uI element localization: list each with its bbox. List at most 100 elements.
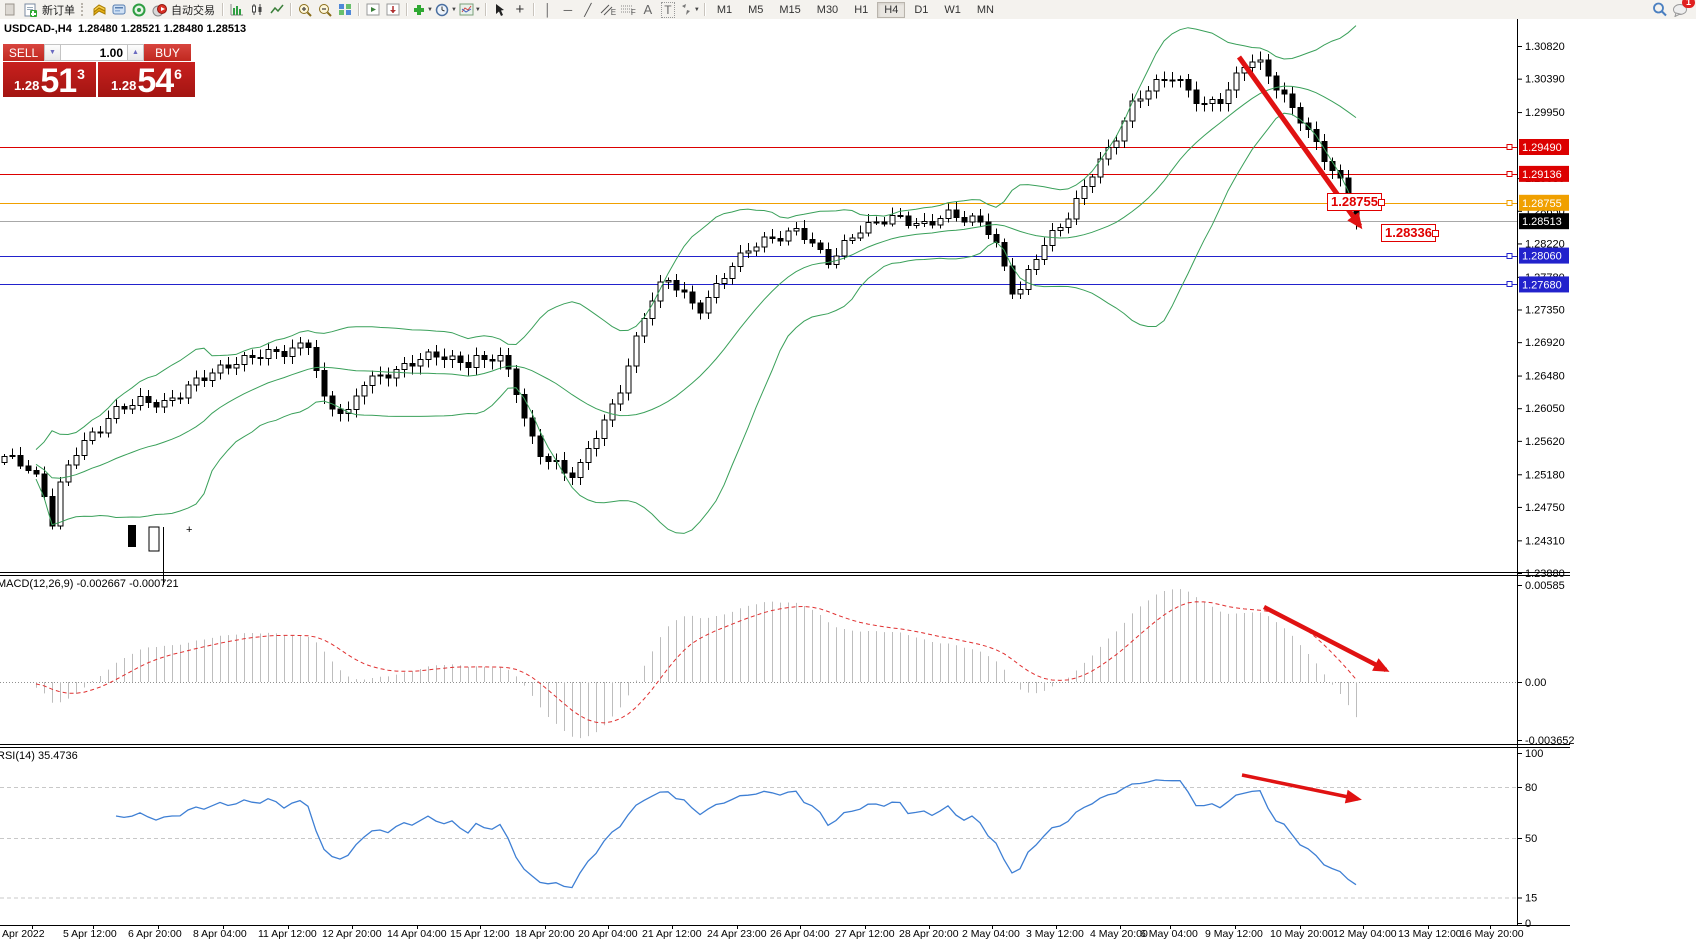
timeframe-m15[interactable]: M15 [772, 2, 807, 18]
search-icon[interactable] [1650, 1, 1670, 18]
crosshair-mark: + [186, 524, 192, 536]
mt4-terminal: 新订单 自动交易 ▼ ▼ ▼ + │ ─ ╱ E F A T ▼ M1M5M1 [0, 0, 1696, 942]
time-axis-label: 14 Apr 04:00 [387, 928, 447, 940]
bar-chart-icon[interactable] [227, 1, 247, 18]
candle-body [1210, 100, 1215, 104]
trendline-tool-icon[interactable]: ╱ [578, 1, 598, 18]
text-label-tool-icon[interactable]: T [658, 1, 678, 18]
buy-button[interactable]: BUY [144, 44, 191, 61]
horizontal-lines[interactable] [0, 145, 1517, 287]
buy-price-box[interactable]: 1.28 54 6 [98, 62, 195, 97]
candlestick-chart-icon[interactable] [247, 1, 267, 18]
zoom-out-icon[interactable] [315, 1, 335, 18]
candle-body [1186, 80, 1191, 90]
navigator-icon[interactable] [129, 1, 149, 18]
candle-body [290, 348, 295, 357]
hline-anchor[interactable] [1507, 145, 1512, 150]
volume-input[interactable]: 1.00 [61, 44, 127, 61]
crosshair-icon[interactable]: + [510, 1, 530, 18]
auto-trading-icon[interactable] [149, 1, 169, 18]
zoom-in-icon[interactable] [295, 1, 315, 18]
timeframe-mn[interactable]: MN [970, 2, 1001, 18]
trend-arrow-macd[interactable] [1264, 607, 1386, 670]
price-annotation[interactable]: 1.28755 [1327, 193, 1382, 211]
shapes-caret-icon[interactable]: ▼ [694, 7, 700, 13]
price-annotation[interactable]: 1.28336 [1381, 224, 1436, 242]
templates-caret-icon[interactable]: ▼ [475, 7, 481, 13]
candle-body [722, 279, 727, 284]
rsi-scale-label: 100 [1525, 748, 1543, 760]
candle-body [274, 349, 279, 351]
indicators-icon[interactable]: ▼ [411, 1, 434, 18]
clipped-icon[interactable] [0, 1, 20, 18]
time-axis-labels: Apr 20225 Apr 12:006 Apr 20:008 Apr 04:0… [2, 926, 1524, 940]
line-chart-icon[interactable] [267, 1, 287, 18]
svg-text:1.27680: 1.27680 [1522, 279, 1562, 291]
candle-body [810, 239, 815, 242]
periods-caret-icon[interactable]: ▼ [451, 7, 457, 13]
quotes-icon[interactable] [89, 1, 109, 18]
sell-button[interactable]: SELL [3, 44, 44, 61]
candle-body [866, 222, 871, 233]
candle-body [426, 352, 431, 359]
rsi-scale-label: 0 [1525, 918, 1531, 930]
candle-body [482, 355, 487, 359]
horizontal-line-tool-icon[interactable]: ─ [558, 1, 578, 18]
cursor-icon[interactable] [490, 1, 510, 18]
new-order-button[interactable]: 新订单 [40, 2, 79, 18]
candle-body [226, 365, 231, 368]
auto-scroll-icon[interactable] [383, 1, 403, 18]
new-order-icon[interactable] [20, 1, 40, 18]
chart-shift-icon[interactable] [363, 1, 383, 18]
auto-trading-button[interactable]: 自动交易 [169, 2, 219, 18]
bollinger-bands [36, 26, 1356, 534]
timeframe-d1[interactable]: D1 [907, 2, 935, 18]
candle-body [538, 436, 543, 456]
candle-body [762, 237, 767, 247]
hline-anchor[interactable] [1507, 254, 1512, 259]
hline-anchor[interactable] [1507, 201, 1512, 206]
candle-body [1034, 260, 1039, 270]
volume-decrease-button[interactable]: ▼ [44, 44, 61, 61]
candle-body [818, 243, 823, 250]
price-tick-label: 1.26480 [1525, 371, 1565, 383]
price-tick-label: 1.30390 [1525, 74, 1565, 86]
hline-anchor[interactable] [1507, 282, 1512, 287]
tile-windows-icon[interactable] [335, 1, 355, 18]
candle-body [754, 247, 759, 251]
fibonacci-tool-icon[interactable]: F [618, 1, 638, 18]
candle-body [682, 290, 687, 292]
equidistant-channel-icon[interactable]: E [598, 1, 618, 18]
volume-increase-button[interactable]: ▲ [127, 44, 144, 61]
periods-icon[interactable]: ▼ [434, 1, 458, 18]
candle-body [1178, 80, 1183, 81]
timeframe-w1[interactable]: W1 [937, 2, 968, 18]
time-axis-label: 6 May 04:00 [1140, 928, 1198, 940]
time-axis-label: 24 Apr 23:00 [707, 928, 767, 940]
sell-price-box[interactable]: 1.28 51 3 [3, 62, 96, 97]
timeframe-h1[interactable]: H1 [847, 2, 875, 18]
templates-icon[interactable]: ▼ [458, 1, 482, 18]
candle-body [330, 396, 335, 409]
annotation-anchor[interactable] [1378, 199, 1385, 206]
candle-body [642, 318, 647, 336]
candle-body [34, 470, 39, 473]
sell-price-pip: 3 [77, 66, 85, 82]
text-tool-icon[interactable]: A [638, 1, 658, 18]
vertical-line-tool-icon[interactable]: │ [538, 1, 558, 18]
indicators-caret-icon[interactable]: ▼ [427, 7, 433, 13]
candle-body [106, 419, 111, 433]
notifications-icon[interactable]: 1 [1670, 1, 1690, 18]
chart-canvas[interactable]: 1.308201.303901.299501.290801.286501.282… [0, 19, 1696, 942]
annotation-anchor[interactable] [1432, 230, 1439, 237]
price-tick-label: 1.24750 [1525, 502, 1565, 514]
timeframe-h4[interactable]: H4 [877, 2, 905, 18]
chart-title: USDCAD-,H4 1.28480 1.28521 1.28480 1.285… [4, 23, 246, 35]
shapes-tool-icon[interactable]: ▼ [678, 1, 701, 18]
timeframe-m1[interactable]: M1 [710, 2, 739, 18]
timeframe-m5[interactable]: M5 [741, 2, 770, 18]
hline-anchor[interactable] [1507, 172, 1512, 177]
price-tick-label: 1.29950 [1525, 107, 1565, 119]
data-window-icon[interactable] [109, 1, 129, 18]
timeframe-m30[interactable]: M30 [810, 2, 845, 18]
